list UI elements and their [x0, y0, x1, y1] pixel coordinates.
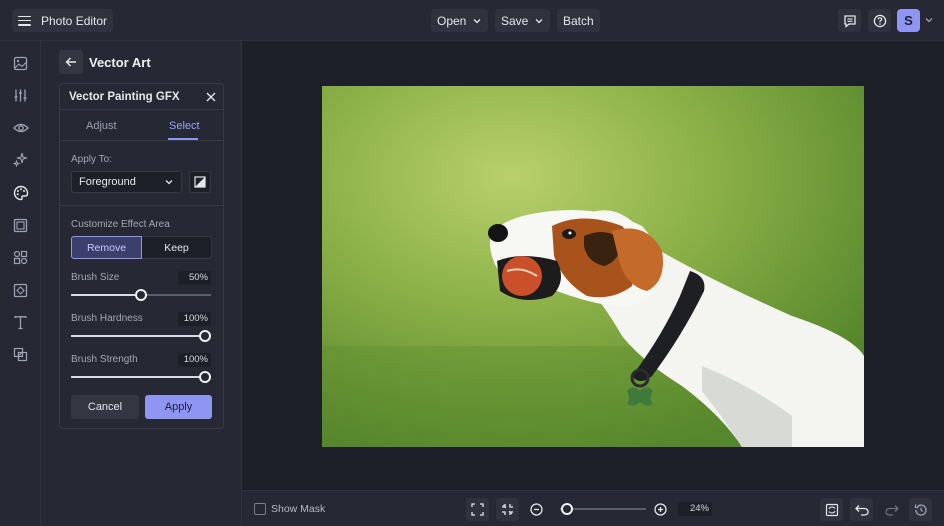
redo-icon: [884, 504, 899, 516]
comment-icon: [843, 14, 856, 28]
compare-button[interactable]: [820, 498, 843, 521]
chevron-down-icon: [165, 180, 173, 185]
brush-hardness-label: Brush Hardness: [71, 313, 143, 324]
slider-handle[interactable]: [199, 330, 211, 342]
tool-rail: [0, 41, 41, 526]
effect-card: Vector Painting GFX Adjust Select Apply …: [59, 83, 224, 429]
eye-icon[interactable]: [12, 119, 29, 136]
avatar[interactable]: S: [897, 9, 920, 32]
effect-title: Vector Painting GFX: [69, 91, 180, 103]
arrow-left-icon: [65, 57, 76, 67]
shapes-icon[interactable]: [12, 249, 29, 266]
card-header: Vector Painting GFX: [60, 84, 223, 110]
redo-button[interactable]: [880, 498, 903, 521]
dog-image: [322, 86, 864, 447]
canvas-area: [242, 41, 944, 490]
image-icon[interactable]: [12, 55, 29, 72]
panel-title: Vector Art: [89, 55, 151, 70]
effects-panel: Vector Art Vector Painting GFX Adjust Se…: [41, 41, 242, 526]
invert-icon: [194, 176, 206, 188]
help-icon: [873, 14, 886, 27]
divider: [60, 205, 223, 206]
collapse-icon: [502, 504, 513, 515]
brush-strength-label: Brush Strength: [71, 354, 138, 365]
tab-adjust[interactable]: Adjust: [86, 120, 117, 132]
chevron-down-icon: [535, 18, 543, 23]
show-mask-label[interactable]: Show Mask: [271, 503, 325, 515]
zoom-out-button[interactable]: [525, 498, 548, 521]
remove-button[interactable]: Remove: [71, 236, 142, 259]
slider-handle[interactable]: [135, 289, 147, 301]
apply-to-select[interactable]: Foreground: [71, 171, 182, 193]
effect-mode-toggle: Remove Keep: [71, 236, 212, 259]
frame-icon[interactable]: [12, 217, 29, 234]
zoom-slider[interactable]: [560, 503, 646, 515]
brush-hardness-value[interactable]: 100%: [178, 312, 211, 326]
batch-button[interactable]: Batch: [557, 9, 600, 32]
layers-icon[interactable]: [12, 346, 29, 363]
apply-to-value: Foreground: [79, 176, 136, 188]
undo-button[interactable]: [850, 498, 873, 521]
brush-size-label: Brush Size: [71, 272, 120, 283]
zoom-in-icon: [654, 503, 667, 516]
active-tab-indicator: [168, 138, 198, 140]
open-button[interactable]: Open: [431, 9, 489, 32]
expand-icon: [471, 503, 484, 516]
history-button[interactable]: [909, 498, 932, 521]
customize-label: Customize Effect Area: [71, 219, 170, 230]
zoom-handle[interactable]: [561, 503, 573, 515]
save-button[interactable]: Save: [495, 9, 551, 32]
brush-size-value[interactable]: 50%: [178, 271, 211, 285]
zoom-value[interactable]: 24%: [678, 502, 712, 516]
slider-fill: [71, 376, 205, 378]
invert-selection-button[interactable]: [189, 171, 211, 193]
app-title: Photo Editor: [41, 13, 108, 28]
tab-bar: Adjust Select: [60, 111, 223, 141]
show-mask-checkbox[interactable]: [254, 503, 266, 515]
slider-fill: [71, 335, 205, 337]
save-label: Save: [501, 13, 529, 28]
chevron-down-icon: [473, 18, 481, 23]
brush-size-slider[interactable]: [71, 289, 211, 301]
slider-handle[interactable]: [199, 371, 211, 383]
app-menu-button[interactable]: Photo Editor: [12, 9, 114, 32]
zoom-out-icon: [530, 503, 543, 516]
cancel-button[interactable]: Cancel: [71, 395, 139, 419]
refresh-icon: [825, 503, 838, 516]
top-bar: Photo Editor Open Save Batch S: [0, 0, 944, 41]
feedback-button[interactable]: [838, 9, 861, 32]
bottom-toolbar: Show Mask 24%: [242, 490, 944, 526]
keep-button[interactable]: Keep: [142, 236, 212, 259]
zoom-in-button[interactable]: [649, 498, 672, 521]
palette-icon[interactable]: [12, 184, 29, 201]
brush-hardness-slider[interactable]: [71, 330, 211, 342]
actual-size-button[interactable]: [496, 498, 519, 521]
slider-fill: [71, 294, 141, 296]
apply-to-label: Apply To:: [71, 154, 112, 165]
chevron-down-icon[interactable]: [924, 15, 934, 25]
undo-icon: [854, 504, 869, 516]
brush-strength-slider[interactable]: [71, 371, 211, 383]
fit-to-screen-button[interactable]: [466, 498, 489, 521]
open-label: Open: [437, 13, 467, 28]
back-button[interactable]: [59, 50, 83, 74]
batch-label: Batch: [563, 13, 594, 28]
photo-canvas[interactable]: [322, 86, 864, 447]
help-button[interactable]: [868, 9, 891, 32]
sliders-icon[interactable]: [12, 87, 29, 104]
apply-button[interactable]: Apply: [145, 395, 212, 419]
hamburger-icon: [18, 15, 31, 26]
sparkle-icon[interactable]: [12, 151, 29, 168]
texture-icon[interactable]: [12, 282, 29, 299]
close-icon[interactable]: [206, 92, 216, 102]
history-icon: [914, 503, 927, 516]
text-icon[interactable]: [12, 314, 29, 331]
brush-strength-value[interactable]: 100%: [178, 353, 211, 367]
tab-select[interactable]: Select: [169, 120, 200, 132]
